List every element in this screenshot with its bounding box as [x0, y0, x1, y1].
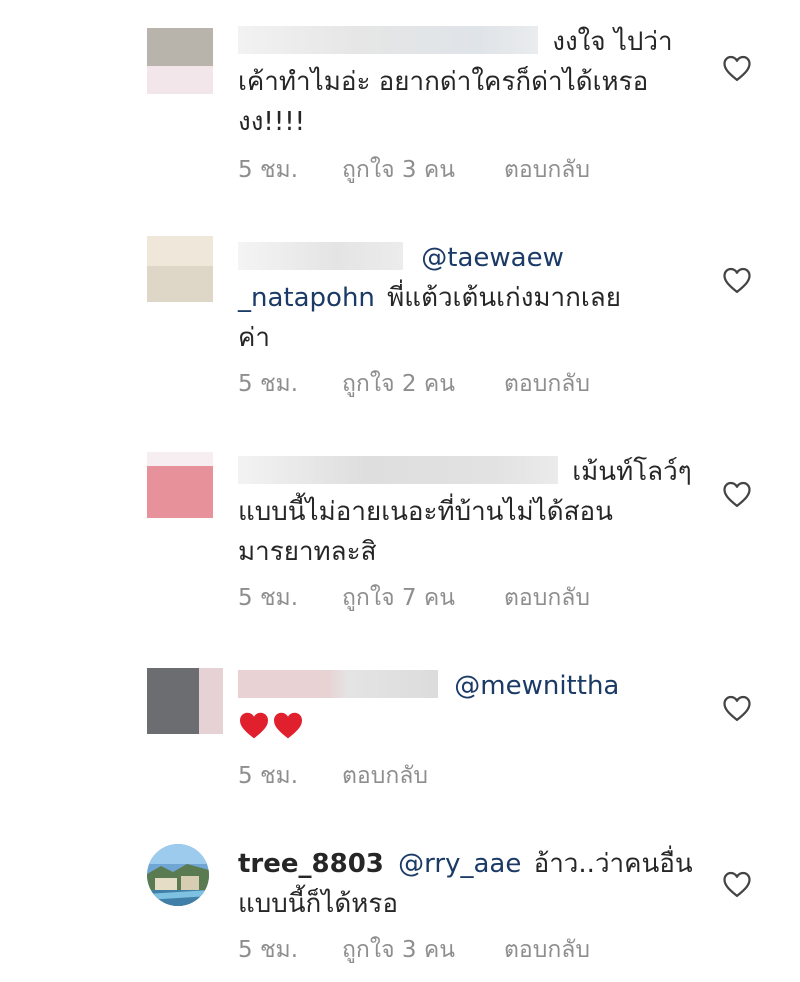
avatar[interactable] — [147, 668, 223, 734]
comment-text: งงใจ ไปว่า — [552, 27, 673, 57]
comment-time: 5 ชม. — [238, 585, 299, 611]
comment-text: แบบนี้ไม่อายเนอะที่บ้านไม่ได้สอน — [238, 497, 613, 527]
heart-outline-icon[interactable] — [722, 480, 752, 508]
heart-outline-icon[interactable] — [722, 266, 752, 294]
blurred-username — [238, 456, 558, 484]
username[interactable]: tree_8803 — [238, 849, 384, 879]
likes-count[interactable]: ถูกใจ 2 คน — [342, 366, 504, 402]
mention-link[interactable]: @mewnittha — [454, 671, 619, 701]
mention-link[interactable]: @rry_aae — [398, 849, 521, 879]
blurred-username — [238, 26, 538, 54]
likes-count[interactable]: ถูกใจ 3 คน — [342, 932, 504, 968]
comment-text: พี่แต้วเต้นเก่งมากเลย — [387, 283, 621, 313]
comment-text: เค้าทำไมอ่ะ อยากด่าใครก็ด่าได้เหรอ — [238, 67, 649, 97]
reply-button[interactable]: ตอบกลับ — [504, 580, 590, 616]
avatar[interactable] — [147, 28, 213, 94]
likes-count[interactable]: ถูกใจ 7 คน — [342, 580, 504, 616]
reply-button[interactable]: ตอบกลับ — [504, 932, 590, 968]
emoji-hearts — [238, 706, 708, 746]
reply-button[interactable]: ตอบกลับ — [342, 758, 428, 794]
comment-text: เม้นท์โลว์ๆ — [572, 457, 692, 487]
comment-text: อ้าว..ว่าคนอื่น — [533, 849, 693, 879]
red-heart-emoji — [240, 712, 268, 739]
red-heart-emoji — [274, 712, 302, 739]
reply-button[interactable]: ตอบกลับ — [504, 152, 590, 188]
mention-link[interactable]: _natapohn — [238, 283, 375, 313]
reply-button[interactable]: ตอบกลับ — [504, 366, 590, 402]
comment-text: แบบนี้ก็ได้หรอ — [238, 889, 398, 919]
likes-count[interactable]: ถูกใจ 3 คน — [342, 152, 504, 188]
avatar[interactable] — [147, 236, 213, 302]
comment-text: ค่า — [238, 323, 270, 353]
comment-time: 5 ชม. — [238, 371, 299, 397]
heart-outline-icon[interactable] — [722, 694, 752, 722]
heart-outline-icon[interactable] — [722, 870, 752, 898]
comment-time: 5 ชม. — [238, 763, 299, 789]
avatar[interactable] — [147, 844, 209, 906]
heart-outline-icon[interactable] — [722, 54, 752, 82]
avatar[interactable] — [147, 452, 213, 518]
comment-time: 5 ชม. — [238, 157, 299, 183]
blurred-username — [238, 670, 438, 698]
blurred-username — [238, 242, 403, 270]
comment-text: มารยาทละสิ — [238, 537, 377, 567]
comment-text: งง!!!! — [238, 107, 306, 137]
mention-link[interactable]: @taewaew — [421, 243, 564, 273]
comment-time: 5 ชม. — [238, 937, 299, 963]
